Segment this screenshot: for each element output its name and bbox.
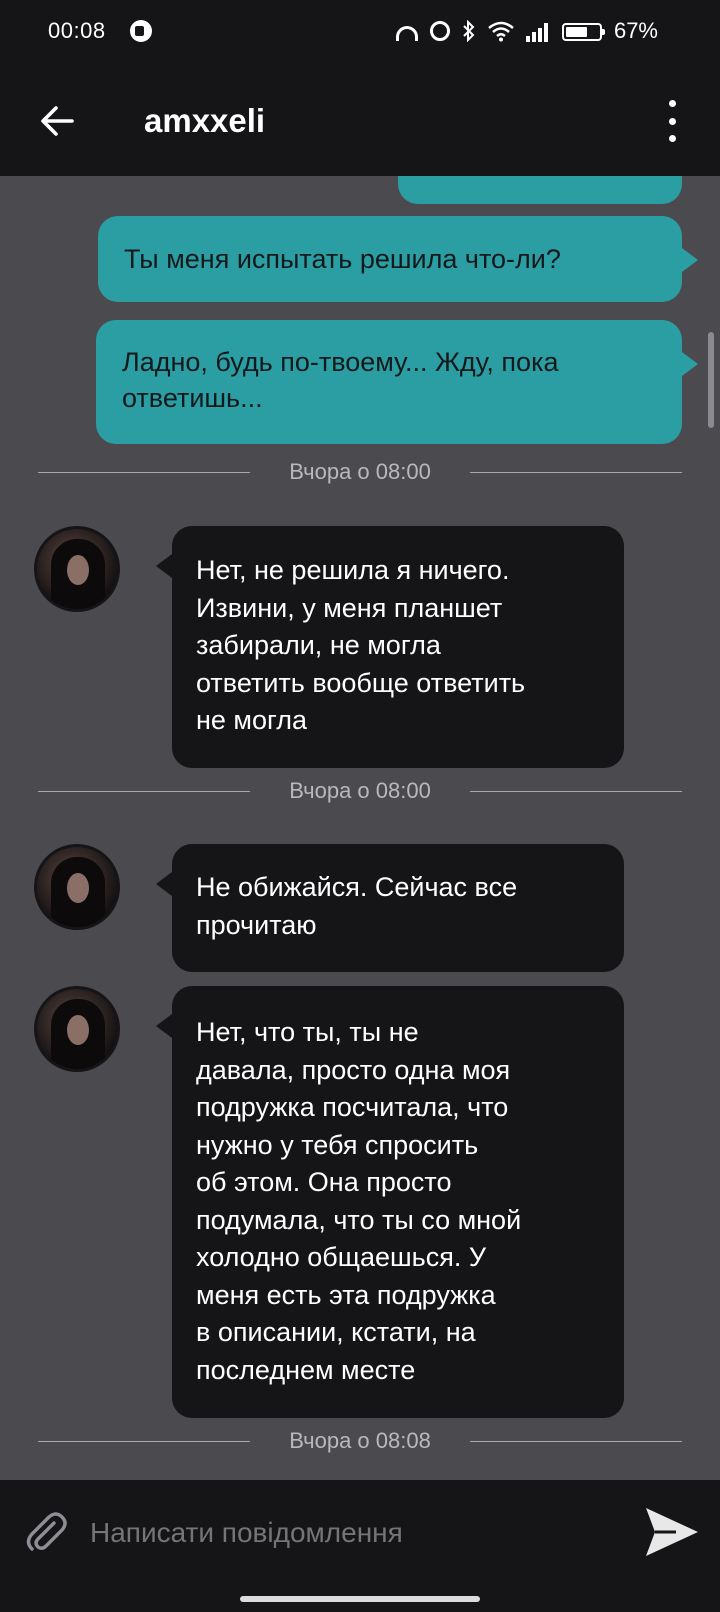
bubble-tail — [156, 1014, 172, 1038]
message-input[interactable] — [88, 1510, 612, 1556]
message-text-line: последнем месте — [196, 1354, 416, 1385]
more-options-button[interactable] — [664, 98, 680, 144]
avatar[interactable] — [34, 844, 120, 930]
message-text-line: меня есть эта подружка — [196, 1279, 496, 1310]
battery-icon — [562, 23, 605, 41]
outgoing-message[interactable]: Ты меня испытать решила что-ли? — [98, 216, 698, 302]
message-text-line: забирали, не могла — [196, 630, 441, 660]
arrow-left-icon — [41, 106, 74, 136]
bubble-tail — [156, 872, 172, 896]
attach-button[interactable] — [20, 1507, 70, 1557]
bubble-tail — [682, 352, 698, 376]
message-text-line: об этом. Она просто — [196, 1167, 452, 1197]
wifi-icon — [488, 20, 514, 42]
status-bar: 00:08 67% — [0, 0, 720, 66]
message-text-line: Не обижайся. Сейчас все — [196, 872, 518, 902]
signal-icon — [526, 20, 550, 42]
more-vert-icon — [668, 100, 676, 107]
date-separator: Вчора о 08:00 — [0, 776, 720, 806]
message-text-line: Нет, что ты, ты не — [196, 1017, 419, 1047]
incoming-message[interactable]: Нет, что ты, ты не давала, просто одна м… — [156, 986, 624, 1418]
outgoing-message[interactable] — [398, 176, 682, 204]
back-button[interactable] — [34, 96, 84, 146]
bluetooth-icon — [462, 19, 476, 43]
chat-title[interactable]: amxxeli — [144, 102, 265, 140]
paperclip-icon — [26, 1512, 67, 1551]
alarm-icon — [430, 21, 450, 41]
headphones-icon — [396, 25, 418, 41]
bubble-tail — [682, 248, 698, 272]
message-text-line: нужно у тебя спросить — [196, 1129, 479, 1160]
scrollbar[interactable] — [708, 332, 714, 428]
chat-header: amxxeli — [0, 66, 720, 176]
date-label: Вчора о 08:00 — [289, 459, 431, 484]
message-text-line: не могла — [196, 705, 308, 735]
date-separator: Вчора о 08:08 — [0, 1426, 720, 1456]
avatar[interactable] — [34, 526, 120, 612]
message-composer — [0, 1480, 720, 1612]
message-text-line: ответишь... — [122, 383, 263, 413]
send-button[interactable] — [642, 1504, 700, 1560]
message-text-line: подружка посчитала, что — [196, 1092, 509, 1122]
status-time: 00:08 — [48, 18, 106, 43]
incoming-message[interactable]: Нет, не решила я ничего. Извини, у меня … — [156, 526, 624, 768]
message-text-line: холодно общаешься. У — [196, 1242, 487, 1272]
message-text-line: ответить вообще ответить — [196, 667, 526, 698]
outgoing-message[interactable]: Ладно, будь по-твоему... Жду, пока ответ… — [96, 320, 698, 444]
message-text-line: давала, просто одна моя — [196, 1054, 511, 1085]
home-indicator[interactable] — [240, 1596, 480, 1602]
incoming-message[interactable]: Не обижайся. Сейчас все прочитаю — [156, 844, 624, 972]
bubble-tail — [156, 554, 172, 578]
message-text-line: Нет, не решила я ничего. — [196, 555, 510, 585]
message-text: Ты меня испытать решила что-ли? — [124, 244, 561, 274]
message-text-line: подумала, что ты со мной — [196, 1204, 522, 1235]
message-text-line: Ладно, будь по-твоему... Жду, пока — [122, 347, 559, 377]
battery-percent: 67% — [613, 18, 658, 43]
message-text-line: Извини, у меня планшет — [196, 592, 503, 623]
date-separator: Вчора о 08:00 — [0, 457, 720, 487]
avatar[interactable] — [34, 986, 120, 1072]
send-icon — [646, 1508, 698, 1556]
date-label: Вчора о 08:00 — [289, 778, 431, 803]
date-label: Вчора о 08:08 — [289, 1428, 431, 1453]
message-text-line: прочитаю — [196, 909, 317, 940]
message-list[interactable]: Ты меня испытать решила что-ли? Ладно, б… — [0, 176, 720, 1480]
message-text-line: в описании, кстати, на — [196, 1317, 476, 1347]
notification-icon — [130, 20, 152, 42]
status-icons — [396, 16, 605, 46]
